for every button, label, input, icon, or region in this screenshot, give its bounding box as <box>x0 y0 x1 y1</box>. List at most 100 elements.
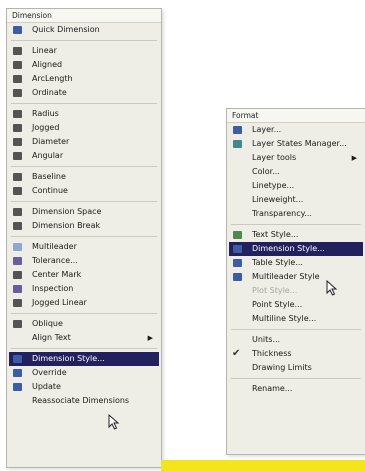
menu-item-label: Continue <box>32 186 68 195</box>
table-style-icon <box>233 259 242 267</box>
quick-dimension-icon <box>13 26 22 34</box>
menu-item-label: Angular <box>32 151 64 160</box>
menu-item-label: Reassociate Dimensions <box>32 396 130 405</box>
menu-item-dimension-break[interactable]: Dimension Break <box>7 219 161 233</box>
menu-item-inspection[interactable]: Inspection <box>7 282 161 296</box>
menu-item-jogged[interactable]: Jogged <box>7 121 161 135</box>
menu-item-label: Multiline Style... <box>252 314 317 323</box>
menu-item-diameter[interactable]: Diameter <box>7 135 161 149</box>
highlight-bar <box>161 460 365 471</box>
menu-item-tolerance[interactable]: Tolerance... <box>7 254 161 268</box>
menu-item-label: Thickness <box>252 349 292 358</box>
menu-item-dimension-style[interactable]: Dimension Style... <box>9 352 159 366</box>
menu-item-label: Plot Style... <box>252 286 298 295</box>
menu-item-override[interactable]: Override <box>7 366 161 380</box>
menu-item-reassociate-dimensions[interactable]: Reassociate Dimensions <box>7 394 161 408</box>
menu-separator <box>11 236 157 237</box>
multileader-style-icon <box>233 273 242 281</box>
menu-item-layer[interactable]: Layer... <box>227 123 365 137</box>
menu-item-dimension-space[interactable]: Dimension Space <box>7 205 161 219</box>
inspection-icon <box>13 285 22 293</box>
menu-item-units[interactable]: Units... <box>227 333 365 347</box>
menu-item-quick-dimension[interactable]: Quick Dimension <box>7 23 161 37</box>
layer-icon <box>233 126 242 134</box>
menu-item-table-style[interactable]: Table Style... <box>227 256 365 270</box>
menu-item-lineweight[interactable]: Lineweight... <box>227 193 365 207</box>
menu-item-label: Layer tools <box>252 153 297 162</box>
menu-item-color[interactable]: Color... <box>227 165 365 179</box>
menu-item-linetype[interactable]: Linetype... <box>227 179 365 193</box>
linear-icon <box>13 47 22 55</box>
menu-item-label: Rename... <box>252 384 293 393</box>
dimension-menu-items: Quick Dimension Linear Aligned ArcLength Ord… <box>7 23 161 408</box>
menu-item-multileader-style[interactable]: Multileader Style <box>227 270 365 284</box>
multileader-icon <box>13 243 22 251</box>
menu-item-oblique[interactable]: Oblique <box>7 317 161 331</box>
jogged-linear-icon <box>13 299 22 307</box>
menu-item-angular[interactable]: Angular <box>7 149 161 163</box>
menu-item-baseline[interactable]: Baseline <box>7 170 161 184</box>
tolerance-icon <box>13 257 22 265</box>
menu-item-label: ArcLength <box>32 74 73 83</box>
menu-item-dimension-style[interactable]: Dimension Style... <box>229 242 363 256</box>
menu-item-label: Layer... <box>252 125 282 134</box>
menu-item-plot-style: Plot Style... <box>227 284 365 298</box>
menu-item-point-style[interactable]: Point Style... <box>227 298 365 312</box>
menu-item-label: Dimension Break <box>32 221 101 230</box>
menu-item-multiline-style[interactable]: Multiline Style... <box>227 312 365 326</box>
menu-item-label: Diameter <box>32 137 70 146</box>
menu-item-label: Point Style... <box>252 300 303 309</box>
menu-separator <box>231 329 361 330</box>
dimension-break-icon <box>13 222 22 230</box>
menu-item-layer-tools[interactable]: Layer tools ▶ <box>227 151 365 165</box>
override-icon <box>13 369 22 377</box>
menu-item-center-mark[interactable]: Center Mark <box>7 268 161 282</box>
menu-item-multileader[interactable]: Multileader <box>7 240 161 254</box>
menu-item-label: Tolerance... <box>32 256 78 265</box>
menu-item-label: Ordinate <box>32 88 67 97</box>
menu-item-label: Units... <box>252 335 281 344</box>
dimension-menu: Dimension Quick Dimension Linear Aligned Ar… <box>6 8 162 468</box>
menu-item-label: Table Style... <box>252 258 303 267</box>
menu-item-label: Text Style... <box>252 230 299 239</box>
menu-item-label: Update <box>32 382 61 391</box>
menu-item-text-style[interactable]: Text Style... <box>227 228 365 242</box>
format-menu-title[interactable]: Format <box>227 109 365 123</box>
menu-item-align-text[interactable]: Align Text ▶ <box>7 331 161 345</box>
jogged-icon <box>13 124 22 132</box>
menu-separator <box>11 348 157 349</box>
menu-item-arclength[interactable]: ArcLength <box>7 72 161 86</box>
continue-icon <box>13 187 22 195</box>
menu-item-update[interactable]: Update <box>7 380 161 394</box>
radius-icon <box>13 110 22 118</box>
menu-item-radius[interactable]: Radius <box>7 107 161 121</box>
menu-item-label: Baseline <box>32 172 66 181</box>
menu-separator <box>231 224 361 225</box>
menu-item-continue[interactable]: Continue <box>7 184 161 198</box>
menu-item-aligned[interactable]: Aligned <box>7 58 161 72</box>
menu-item-label: Dimension Space <box>32 207 102 216</box>
menu-item-transparency[interactable]: Transparency... <box>227 207 365 221</box>
menu-item-label: Linear <box>32 46 57 55</box>
menu-separator <box>231 378 361 379</box>
menu-item-label: Layer States Manager... <box>252 139 347 148</box>
checkmark-icon: ✔ <box>232 348 241 359</box>
menu-item-ordinate[interactable]: Ordinate <box>7 86 161 100</box>
arc-length-icon <box>13 75 22 83</box>
menu-item-label: Jogged <box>32 123 60 132</box>
menu-item-label: Multileader Style <box>252 272 320 281</box>
oblique-icon <box>13 320 22 328</box>
menu-item-label: Multileader <box>32 242 77 251</box>
menu-item-layer-states-manager[interactable]: Layer States Manager... <box>227 137 365 151</box>
menu-item-thickness[interactable]: ✔ Thickness <box>227 347 365 361</box>
submenu-arrow-icon: ▶ <box>351 154 357 162</box>
menu-item-label: Drawing Limits <box>252 363 312 372</box>
menu-item-jogged-linear[interactable]: Jogged Linear <box>7 296 161 310</box>
baseline-icon <box>13 173 22 181</box>
menu-item-rename[interactable]: Rename... <box>227 382 365 396</box>
menu-item-linear[interactable]: Linear <box>7 44 161 58</box>
menu-item-label: Jogged Linear <box>32 298 87 307</box>
menu-item-label: Center Mark <box>32 270 82 279</box>
dimension-menu-title[interactable]: Dimension <box>7 9 161 23</box>
menu-item-drawing-limits[interactable]: Drawing Limits <box>227 361 365 375</box>
